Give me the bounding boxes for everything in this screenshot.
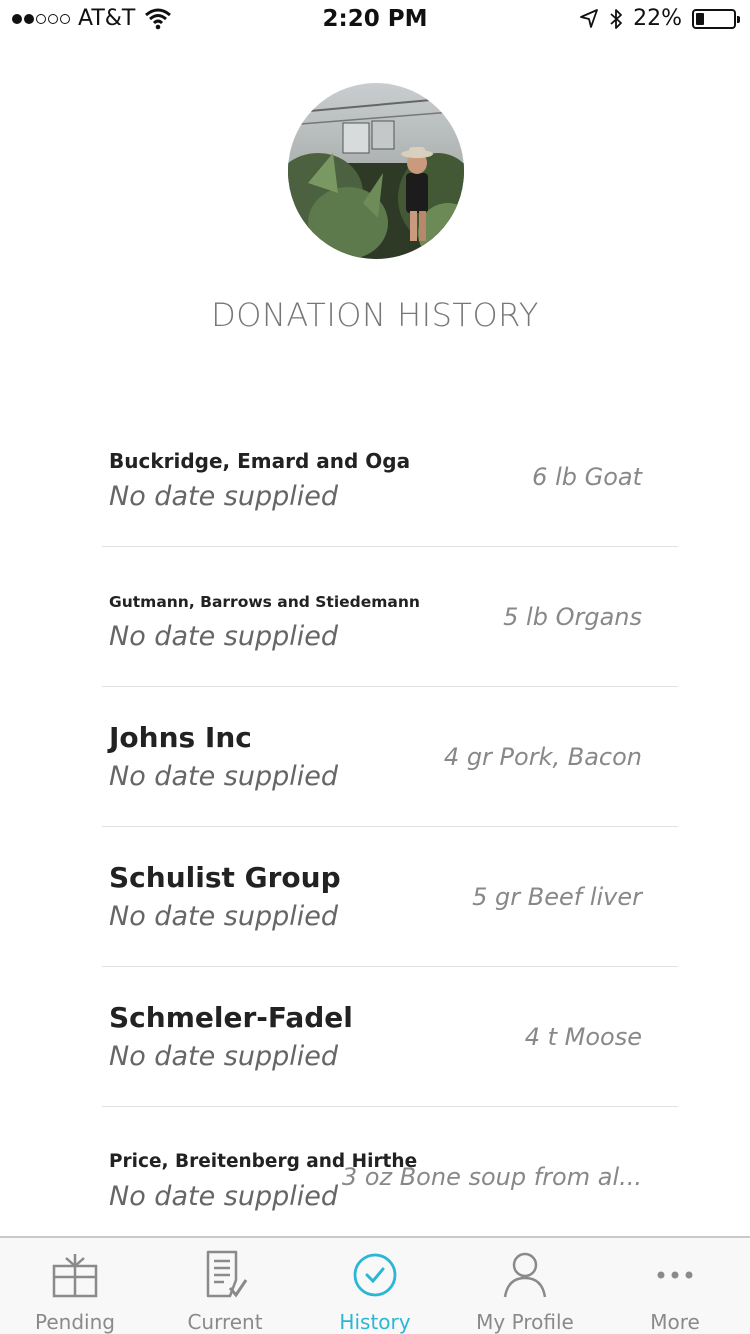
- donor-name: Schmeler-Fadel: [109, 1001, 353, 1034]
- clock-check-icon: [353, 1253, 397, 1297]
- donation-row[interactable]: Johns Inc No date supplied 4 gr Pork, Ba…: [102, 687, 678, 827]
- tab-my-profile[interactable]: My Profile: [450, 1238, 600, 1334]
- gift-icon: [52, 1254, 98, 1298]
- donation-amount: 5 lb Organs: [503, 603, 642, 631]
- tab-label: More: [650, 1310, 700, 1334]
- profile-avatar[interactable]: [288, 83, 464, 259]
- bluetooth-icon: [610, 8, 622, 29]
- donation-amount: 5 gr Beef liver: [472, 883, 642, 911]
- tab-label: Pending: [35, 1310, 115, 1334]
- battery-icon: [692, 8, 740, 29]
- donation-date: No date supplied: [109, 621, 338, 652]
- battery-percentage: 22%: [633, 6, 682, 31]
- donation-date: No date supplied: [109, 1041, 338, 1072]
- donation-row[interactable]: Schmeler-Fadel No date supplied 4 t Moos…: [102, 967, 678, 1107]
- person-icon: [503, 1252, 547, 1298]
- tab-history[interactable]: History: [300, 1238, 450, 1334]
- tab-pending[interactable]: Pending: [0, 1238, 150, 1334]
- tab-current[interactable]: Current: [150, 1238, 300, 1334]
- donor-name: Schulist Group: [109, 861, 341, 894]
- donation-amount: 4 gr Pork, Bacon: [443, 743, 642, 771]
- donation-amount: 4 t Moose: [524, 1023, 642, 1051]
- donor-name: Johns Inc: [109, 721, 252, 754]
- donation-list: Buckridge, Emard and Oga No date supplie…: [102, 407, 678, 1246]
- avatar-photo: [288, 83, 464, 259]
- donor-name: Buckridge, Emard and Oga: [109, 449, 411, 473]
- donation-row[interactable]: Schulist Group No date supplied 5 gr Bee…: [102, 827, 678, 967]
- more-icon: [657, 1271, 693, 1279]
- tab-label: History: [339, 1310, 411, 1334]
- tab-more[interactable]: More: [600, 1238, 750, 1334]
- donation-date: No date supplied: [109, 1181, 338, 1212]
- tab-label: Current: [187, 1310, 263, 1334]
- donation-amount: 6 lb Goat: [532, 463, 642, 491]
- battery-fill: [696, 12, 704, 25]
- donation-date: No date supplied: [109, 901, 338, 932]
- donation-date: No date supplied: [109, 761, 338, 792]
- status-bar: AT&T 2:20 PM 22%: [0, 0, 750, 40]
- page-title: DONATION HISTORY: [211, 296, 539, 334]
- tab-bar: Pending Current History My Profile More: [0, 1236, 750, 1334]
- donation-row[interactable]: Buckridge, Emard and Oga No date supplie…: [102, 407, 678, 547]
- donation-row[interactable]: Price, Breitenberg and Hirthe No date su…: [102, 1107, 678, 1246]
- checklist-icon: [206, 1250, 248, 1298]
- donation-date: No date supplied: [109, 481, 338, 512]
- location-arrow-icon: [580, 8, 598, 28]
- donation-row[interactable]: Gutmann, Barrows and Stiedemann No date …: [102, 547, 678, 687]
- tab-label: My Profile: [476, 1310, 574, 1334]
- donor-name: Gutmann, Barrows and Stiedemann: [109, 593, 420, 611]
- donation-amount: 3 oz Bone soup from al...: [341, 1163, 642, 1191]
